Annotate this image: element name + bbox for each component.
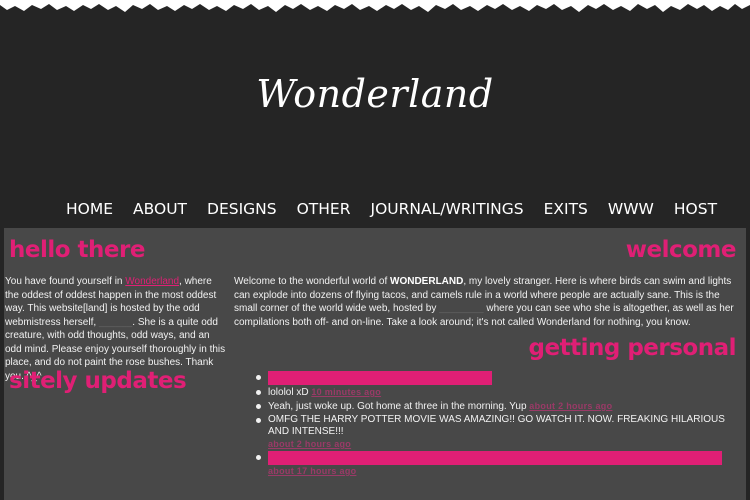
hello-heading: hello there bbox=[9, 237, 145, 263]
status-update: about 17 hours ago bbox=[256, 451, 728, 477]
nav-designs[interactable]: DESIGNS bbox=[207, 200, 277, 222]
nav-other[interactable]: OTHER bbox=[297, 200, 351, 222]
status-time-link[interactable]: about 2 hours ago bbox=[268, 438, 728, 450]
status-update: OMFG THE HARRY POTTER MOVIE WAS AMAZING!… bbox=[256, 414, 728, 450]
site-title: Wonderland bbox=[256, 72, 494, 116]
redacted-status-bar bbox=[268, 451, 722, 465]
status-text: Yeah, just woke up. Got home at three in… bbox=[268, 401, 527, 412]
nav-about[interactable]: ABOUT bbox=[133, 200, 187, 222]
redacted-status-bar bbox=[268, 371, 492, 385]
torn-paper-edge bbox=[0, 0, 750, 12]
host-link[interactable]: ________ bbox=[439, 303, 484, 314]
wonderland-bold: WONDERLAND bbox=[390, 276, 464, 287]
nav-journal-writings[interactable]: JOURNAL/WRITINGS bbox=[371, 200, 524, 222]
nav-www[interactable]: WWW bbox=[608, 200, 654, 222]
wonderland-link[interactable]: Wonderland bbox=[125, 276, 179, 287]
welcome-heading: welcome bbox=[625, 237, 737, 263]
nav-host[interactable]: HOST bbox=[674, 200, 717, 222]
status-update bbox=[256, 371, 728, 385]
status-text: OMFG THE HARRY POTTER MOVIE WAS AMAZING!… bbox=[268, 414, 725, 437]
welcome-text: Welcome to the wonderful world of WONDER… bbox=[234, 275, 734, 329]
hello-text: You have found yourself in Wonderland, w… bbox=[5, 275, 227, 383]
status-updates-list: lololol xD 10 minutes ago Yeah, just wok… bbox=[256, 371, 728, 478]
welcome-text-intro: Welcome to the wonderful world of bbox=[234, 276, 391, 287]
main-nav: HOME ABOUT DESIGNS OTHER JOURNAL/WRITING… bbox=[66, 200, 737, 222]
webmistress-link[interactable]: ______ bbox=[99, 317, 132, 328]
nav-exits[interactable]: EXITS bbox=[544, 200, 588, 222]
status-time-link[interactable]: about 17 hours ago bbox=[268, 465, 728, 477]
status-time-link[interactable]: 10 minutes ago bbox=[311, 387, 381, 397]
page: Wonderland HOME ABOUT DESIGNS OTHER JOUR… bbox=[0, 0, 750, 500]
status-update: lololol xD 10 minutes ago bbox=[256, 386, 728, 399]
status-time-link[interactable]: about 2 hours ago bbox=[529, 401, 612, 411]
sitely-updates-heading: sitely updates bbox=[9, 368, 187, 394]
status-text: lololol xD bbox=[268, 387, 309, 398]
nav-home[interactable]: HOME bbox=[66, 200, 113, 222]
status-update: Yeah, just woke up. Got home at three in… bbox=[256, 400, 728, 413]
getting-personal-heading: getting personal bbox=[528, 335, 737, 361]
hello-text-intro: You have found yourself in bbox=[5, 276, 126, 287]
